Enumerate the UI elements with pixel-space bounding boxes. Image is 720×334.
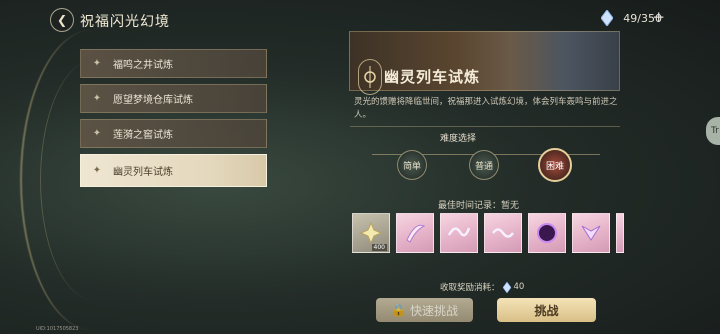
pink-wing-item-icon[interactable] xyxy=(572,213,610,253)
uid-text: UID:1017505823 xyxy=(36,326,79,332)
quick-challenge-label: 快速挑战 xyxy=(409,303,458,318)
partial-item-icon[interactable] xyxy=(616,213,624,253)
difficulty-hard-button[interactable]: 困难 xyxy=(538,148,572,182)
reward-list: 400 xyxy=(352,213,624,253)
difficulty-title: 难度选择 xyxy=(440,134,477,144)
cost-value: 40 xyxy=(513,282,525,292)
trial-label: 莲漪之窖试炼 xyxy=(113,130,173,141)
back-arrow-icon: ❮ xyxy=(56,13,68,27)
trial-label: 福鸣之井试炼 xyxy=(113,60,173,71)
sparkle-icon: ✦ xyxy=(92,57,102,69)
reward-cost: 收取奖励消耗： 40 xyxy=(440,281,524,293)
lock-icon: 🔒 xyxy=(391,303,406,317)
difficulty-easy-button[interactable]: 简单 xyxy=(397,150,427,180)
trial-item-4-selected[interactable]: ✦ 幽灵列车试炼 xyxy=(80,154,267,187)
page-title: 祝福闪光幻境 xyxy=(80,14,170,30)
difficulty-normal-button[interactable]: 普通 xyxy=(469,150,499,180)
difficulty-label: 简单 xyxy=(402,161,421,172)
back-button[interactable]: ❮ xyxy=(50,8,74,32)
add-currency-button[interactable]: + xyxy=(652,8,665,26)
star-crystal-icon[interactable]: 400 xyxy=(352,213,390,253)
sparkle-icon: ✦ xyxy=(92,127,102,139)
crystal-icon xyxy=(601,10,614,26)
side-tab[interactable]: Tr xyxy=(706,117,720,145)
trial-label: 幽灵列车试炼 xyxy=(113,167,173,178)
sparkle-icon: ✦ xyxy=(92,92,102,104)
trial-item-2[interactable]: ✦ 愿望梦境仓库试炼 xyxy=(80,84,267,113)
difficulty-label: 普通 xyxy=(474,161,493,172)
trial-description: 灵光的馈赠将降临世间，祝福那进入试炼幻境，体会列车轰鸣与前进之人。 xyxy=(354,97,618,120)
sparkle-icon: ✦ xyxy=(92,164,102,176)
challenge-button[interactable]: 挑战 xyxy=(497,298,596,322)
crystal-icon xyxy=(502,281,511,293)
train-emblem-icon xyxy=(358,59,382,95)
cost-label: 收取奖励消耗： xyxy=(440,283,500,293)
trial-title: 幽灵列车试炼 xyxy=(384,68,481,86)
trial-list: ✦ 福鸣之井试炼 ✦ 愿望梦境仓库试炼 ✦ 莲漪之窖试炼 ✦ 幽灵列车试炼 xyxy=(80,49,267,193)
trial-item-3[interactable]: ✦ 莲漪之窖试炼 xyxy=(80,119,267,148)
trial-item-1[interactable]: ✦ 福鸣之井试炼 xyxy=(80,49,267,78)
pink-dragon-item-icon[interactable] xyxy=(440,213,478,253)
divider xyxy=(350,126,620,127)
purple-orb-item-icon[interactable] xyxy=(528,213,566,253)
pink-wave-item-icon[interactable] xyxy=(484,213,522,253)
reward-count: 400 xyxy=(371,244,387,251)
trial-label: 愿望梦境仓库试炼 xyxy=(113,95,193,106)
challenge-label: 挑战 xyxy=(534,303,559,318)
pink-feather-item-icon[interactable] xyxy=(396,213,434,253)
difficulty-label: 困难 xyxy=(545,161,564,172)
best-time-record: 最佳时间记录：暂无 xyxy=(438,201,520,211)
quick-challenge-button[interactable]: 🔒 快速挑战 xyxy=(376,298,473,322)
